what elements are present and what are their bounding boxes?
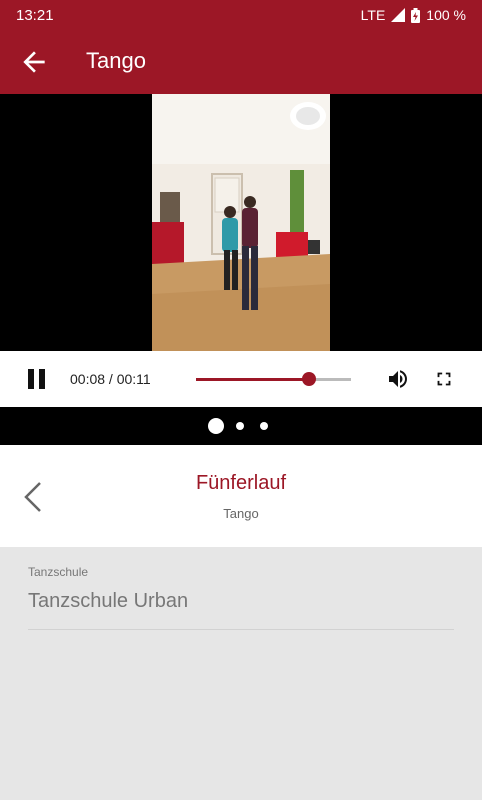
video-area[interactable] [0, 94, 482, 351]
time-separator: / [105, 371, 117, 387]
dance-school-label: Tanzschule [28, 565, 89, 579]
signal-icon [391, 8, 406, 22]
seek-bar[interactable] [196, 372, 351, 386]
page-dot[interactable] [236, 422, 244, 430]
figure-name: Fünferlauf [195, 472, 287, 494]
dance-school-value[interactable]: Tanzschule Urban [28, 590, 188, 613]
figure-card: Fünferlauf Tango [0, 445, 482, 547]
status-time: 13:21 [16, 7, 54, 24]
page-indicator [0, 407, 482, 445]
status-bar: 13:21 LTE 100 % [0, 0, 482, 32]
battery-level: 100 % [426, 7, 466, 23]
page-dot[interactable] [260, 422, 268, 430]
dance-video-thumbnail [152, 94, 330, 351]
volume-icon[interactable] [386, 367, 410, 391]
seek-handle[interactable] [302, 372, 317, 386]
page-dot-active[interactable] [208, 418, 224, 434]
network-type: LTE [360, 7, 386, 23]
battery-charging-icon [411, 7, 421, 23]
seek-progress [196, 378, 310, 381]
video-controls: 00:08 / 00:11 [0, 351, 482, 407]
video-frame[interactable] [152, 94, 330, 351]
page-title: Tango [86, 48, 146, 73]
playback-time: 00:08 / 00:11 [70, 371, 151, 387]
app-bar: Tango [0, 32, 482, 94]
pause-button[interactable] [27, 369, 47, 389]
arrow-left-icon[interactable] [18, 46, 50, 78]
current-time: 00:08 [70, 371, 106, 387]
duration: 00:11 [116, 371, 151, 387]
dance-name: Tango [223, 506, 259, 521]
divider [28, 629, 454, 630]
details-section: Tanzschule Tanzschule Urban [0, 547, 482, 800]
fullscreen-icon[interactable] [433, 368, 455, 390]
status-icons: LTE 100 % [361, 7, 466, 23]
